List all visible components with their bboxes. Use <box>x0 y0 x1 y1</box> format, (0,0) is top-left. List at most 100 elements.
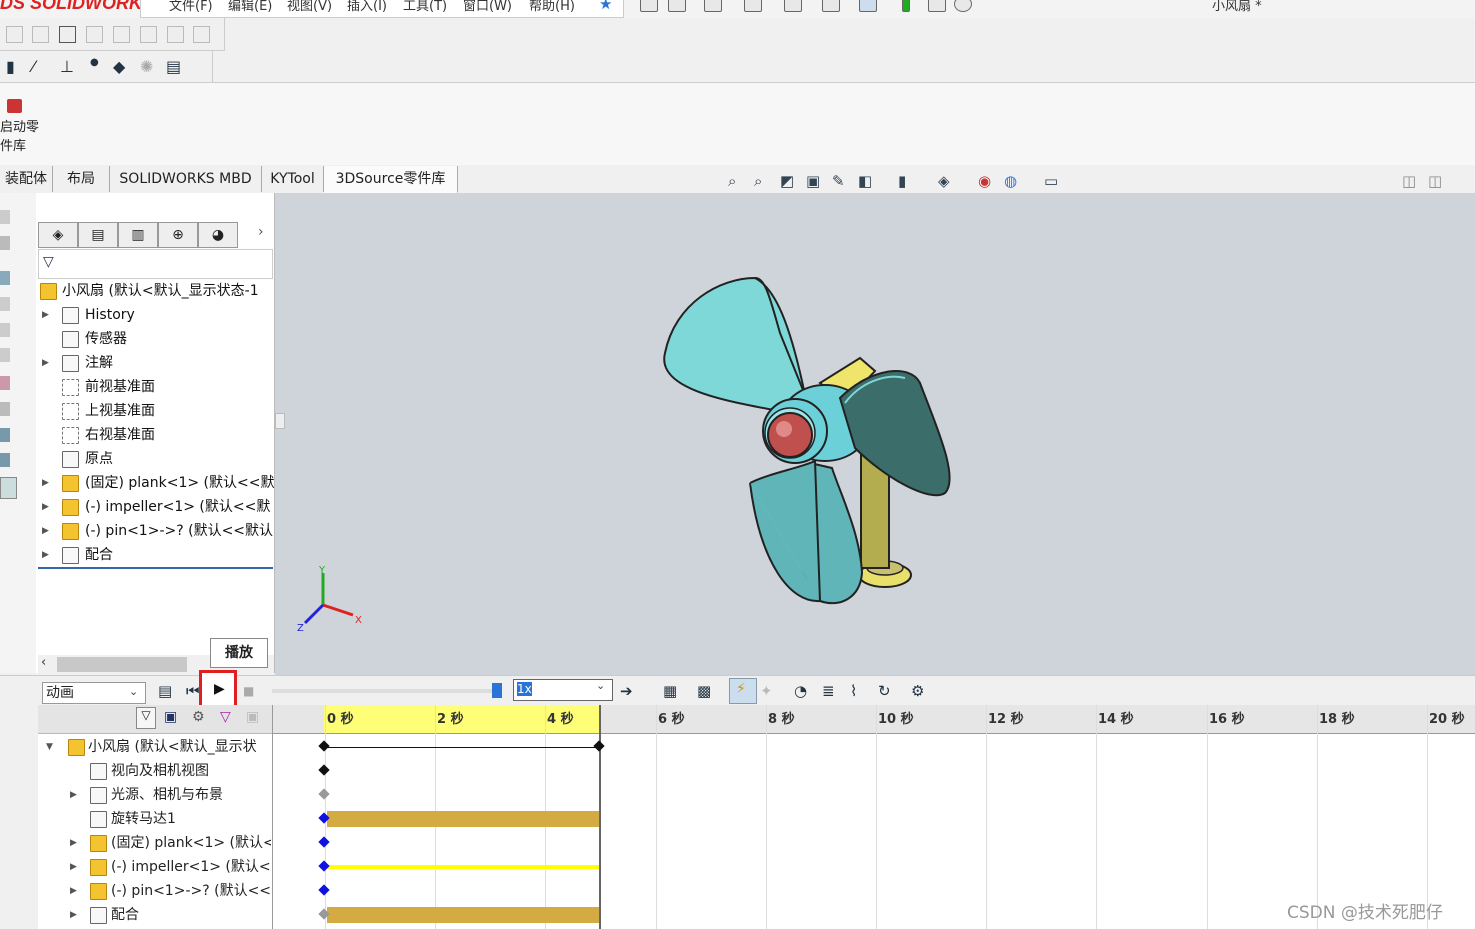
tree-item[interactable]: 原点 <box>38 447 274 471</box>
tree-item[interactable]: ▶ 注解 <box>38 351 274 375</box>
geometric-tolerance-icon[interactable] <box>167 26 184 43</box>
tree-item[interactable]: 右视基准面 <box>38 423 274 447</box>
window-maximize-icon[interactable]: ◫ <box>1428 172 1442 190</box>
expand-arrow-icon[interactable]: ▶ <box>70 879 77 903</box>
scroll-left-icon[interactable]: ‹ <box>41 655 46 670</box>
point-tool-icon[interactable]: ● <box>90 57 99 68</box>
menu-insert[interactable]: 插入(I) <box>347 0 387 14</box>
display-manager-tab-icon[interactable]: ◕ <box>198 222 238 248</box>
feature-manager-tab-icon[interactable]: ◈ <box>38 222 78 248</box>
tree-item[interactable]: 前视基准面 <box>38 375 274 399</box>
playback-slider-thumb[interactable] <box>492 683 502 698</box>
expand-arrow-icon[interactable]: ▶ <box>42 495 49 519</box>
view-orientation-icon[interactable]: ◧ <box>858 172 872 190</box>
tab-mbd[interactable]: SOLIDWORKS MBD <box>110 166 262 192</box>
property-manager-tab-icon[interactable]: ▤ <box>78 222 118 248</box>
part-library-icon[interactable] <box>7 99 22 113</box>
select-icon[interactable] <box>859 0 877 12</box>
filter-driving-icon[interactable]: ▣ <box>164 709 177 725</box>
undo-icon[interactable] <box>822 0 840 12</box>
expand-arrow-icon[interactable]: ▶ <box>42 543 49 567</box>
tree-item[interactable]: ▶ 配合 <box>38 543 274 567</box>
strip-icon[interactable] <box>0 271 10 285</box>
expand-arrow-icon[interactable]: ▶ <box>42 351 49 375</box>
add-key-icon[interactable]: ✦ <box>760 682 773 700</box>
motion-tree-item[interactable]: ▶ 配合 <box>44 903 271 927</box>
note-icon[interactable] <box>6 26 23 43</box>
display-style-icon[interactable]: ▮ <box>898 172 906 190</box>
timeline-bar[interactable] <box>325 747 599 748</box>
surface-finish-icon[interactable] <box>113 26 130 43</box>
previous-view-icon[interactable]: ◩ <box>780 172 794 190</box>
strip-icon[interactable] <box>0 402 10 416</box>
motion-tree-item[interactable]: ▶ (-) pin<1>->? (默认<< <box>44 879 271 903</box>
tab-kytool[interactable]: KYTool <box>262 166 324 192</box>
tree-item[interactable]: 传感器 <box>38 327 274 351</box>
part-library-button[interactable]: 启动零件库 <box>0 118 40 156</box>
scrollbar-thumb[interactable] <box>57 657 187 672</box>
motion-tree-item[interactable]: 视向及相机视图 <box>44 759 271 783</box>
strip-icon[interactable] <box>0 348 10 362</box>
print-icon[interactable] <box>784 0 802 12</box>
strip-icon[interactable] <box>0 323 10 337</box>
spring-icon[interactable]: ≣ <box>822 682 835 700</box>
tree-item[interactable]: ▶ (-) impeller<1> (默认<<默 <box>38 495 274 519</box>
tab-layout[interactable]: 布局 <box>53 166 110 192</box>
play-from-start-icon[interactable]: ⏮ <box>186 682 200 700</box>
apply-scene-icon[interactable]: ◍ <box>1004 172 1017 190</box>
dynamic-annotation-icon[interactable]: ✎ <box>832 172 845 190</box>
time-bar[interactable] <box>599 705 601 929</box>
file-properties-icon[interactable] <box>928 0 946 12</box>
tree-filter-bar[interactable]: ▽ <box>38 249 273 279</box>
collapse-tree-icon[interactable]: ▣ <box>246 709 259 725</box>
menu-view[interactable]: 视图(V) <box>287 0 332 14</box>
view-settings-icon[interactable]: ▭ <box>1044 172 1058 190</box>
autokey-button[interactable]: ⚡ <box>729 678 757 704</box>
weld-symbol-icon[interactable] <box>86 26 103 43</box>
timeline-bar[interactable] <box>327 811 599 827</box>
new-document-icon[interactable] <box>668 0 686 12</box>
window-restore-icon[interactable]: ◫ <box>1402 172 1416 190</box>
study-properties-icon[interactable]: ⚙ <box>911 682 924 700</box>
strip-icon[interactable] <box>0 297 10 311</box>
mate-reference-icon[interactable]: ✺ <box>140 57 153 76</box>
strip-icon[interactable] <box>0 210 10 224</box>
motor-icon[interactable]: ◔ <box>794 682 807 700</box>
filter-results-icon[interactable]: ▽ <box>220 709 231 725</box>
strip-icon[interactable] <box>0 428 10 442</box>
strip-icon[interactable] <box>0 453 10 467</box>
hole-callout-icon[interactable] <box>193 26 210 43</box>
menu-tools[interactable]: 工具(T) <box>403 0 447 14</box>
open-icon[interactable] <box>704 0 722 12</box>
motion-tree-item[interactable]: ▶ (-) impeller<1> (默认< <box>44 855 271 879</box>
tree-item[interactable]: ▶ (固定) plank<1> (默认<<默 <box>38 471 274 495</box>
section-view-icon[interactable]: ▣ <box>806 172 820 190</box>
strip-icon[interactable] <box>0 236 10 250</box>
tree-item[interactable]: ▶ (-) pin<1>->? (默认<<默认 <box>38 519 274 543</box>
motion-tree-item[interactable]: 旋转马达1 <box>44 807 271 831</box>
tree-item[interactable]: ▶ History <box>38 303 274 327</box>
rebuild-icon[interactable] <box>902 0 910 12</box>
save-animation-icon[interactable]: ▦ <box>663 682 677 700</box>
fan-model[interactable] <box>650 263 970 613</box>
menu-edit[interactable]: 编辑(E) <box>228 0 272 14</box>
tree-root[interactable]: 小风扇 (默认<默认_显示状态-1 <box>38 279 274 303</box>
damper-icon[interactable]: ⌇ <box>850 682 857 700</box>
playback-mode-icon[interactable]: ➔ <box>620 682 633 700</box>
auto-balloon-icon[interactable] <box>59 26 76 43</box>
filter-icon[interactable]: ▽ <box>43 254 54 270</box>
menu-file[interactable]: 文件(F) <box>169 0 213 14</box>
animation-wizard-icon[interactable]: ▩ <box>697 682 711 700</box>
zoom-to-fit-icon[interactable]: ⌕ <box>728 172 736 190</box>
graphics-viewport[interactable]: Y X Z <box>275 193 1475 675</box>
expand-arrow-icon[interactable]: ▶ <box>42 519 49 543</box>
filter-animated-icon[interactable]: ▽ <box>136 707 156 729</box>
configuration-manager-tab-icon[interactable]: ▥ <box>118 222 158 248</box>
timeline-bar[interactable] <box>327 865 599 869</box>
playback-slider[interactable] <box>272 689 500 693</box>
edit-appearance-icon[interactable]: ◉ <box>978 172 991 190</box>
motion-tree-item[interactable]: ▶ 光源、相机与布景 <box>44 783 271 807</box>
tree-item[interactable]: 上视基准面 <box>38 399 274 423</box>
datum-icon[interactable] <box>140 26 157 43</box>
calculate-icon[interactable]: ▤ <box>158 682 172 700</box>
